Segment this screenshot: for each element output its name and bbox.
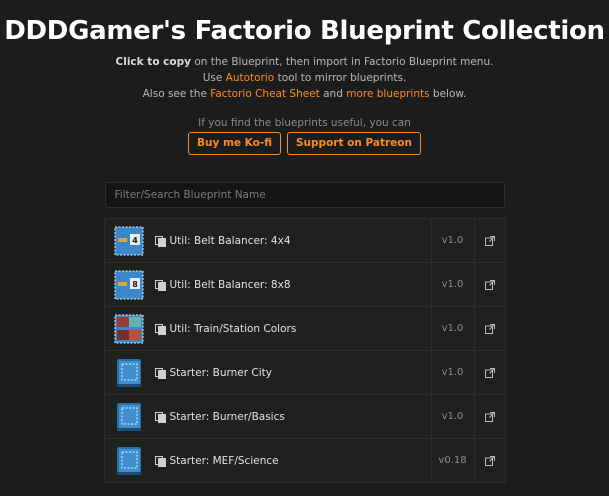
intro-line-2: Use Autotorio tool to mirror blueprints. xyxy=(0,70,609,86)
blueprint-name[interactable]: Starter: Burner/Basics xyxy=(170,411,431,423)
copy-icon[interactable] xyxy=(154,279,166,291)
copy-icon[interactable] xyxy=(154,411,166,423)
blueprint-row[interactable]: Util: Train/Station Colors v1.0 xyxy=(104,307,505,351)
intro-line-3: Also see the Factorio Cheat Sheet and mo… xyxy=(0,86,609,102)
blueprint-row[interactable]: Starter: Burner City v1.0 xyxy=(104,351,505,395)
external-link-icon[interactable] xyxy=(473,219,505,262)
intro-line-2-pre: Use xyxy=(202,72,226,84)
blueprint-row[interactable]: Starter: MEF/Science v0.18 xyxy=(104,439,505,483)
blueprint-version: v1.0 xyxy=(430,395,474,438)
kofi-button[interactable]: Buy me Ko-fi xyxy=(187,132,281,155)
blueprint-row[interactable]: Starter: Burner/Basics v1.0 xyxy=(104,395,505,439)
blueprint-belt-4-icon: 4 xyxy=(113,225,145,257)
support-buttons: Buy me Ko-fi Support on Patreon xyxy=(0,132,609,155)
blueprint-version: v1.0 xyxy=(430,263,474,306)
intro-line-1: Click to copy on the Blueprint, then imp… xyxy=(0,54,609,70)
external-link-icon[interactable] xyxy=(473,351,505,394)
blueprint-name[interactable]: Util: Train/Station Colors xyxy=(170,323,431,335)
intro-line-3-mid: and xyxy=(319,88,347,100)
blueprint-train-icon xyxy=(113,313,145,345)
copy-icon[interactable] xyxy=(154,323,166,335)
external-link-icon[interactable] xyxy=(473,395,505,438)
blueprint-row[interactable]: 4 Util: Belt Balancer: 4x4 v1.0 xyxy=(104,219,505,263)
blueprint-list: 4 Util: Belt Balancer: 4x4 v1.0 8 Util: Belt… xyxy=(103,218,506,483)
copy-icon[interactable] xyxy=(154,235,166,247)
click-to-copy-label: Click to copy xyxy=(115,56,191,68)
copy-icon[interactable] xyxy=(154,367,166,379)
intro-line-3-post: below. xyxy=(429,88,467,100)
search-container xyxy=(104,182,505,208)
intro-line-2-post: tool to mirror blueprints. xyxy=(274,72,407,84)
blueprint-version: v1.0 xyxy=(430,219,474,262)
more-blueprints-link[interactable]: more blueprints xyxy=(346,88,429,100)
blueprint-book-icon xyxy=(113,401,145,433)
autotorio-link[interactable]: Autotorio xyxy=(226,72,275,84)
blueprint-book-icon xyxy=(113,445,145,477)
blueprint-name[interactable]: Starter: Burner City xyxy=(170,367,431,379)
svg-text:4: 4 xyxy=(132,236,138,245)
blueprint-version: v1.0 xyxy=(430,307,474,350)
external-link-icon[interactable] xyxy=(473,307,505,350)
blueprint-book-icon xyxy=(113,357,145,389)
intro-text: Click to copy on the Blueprint, then imp… xyxy=(0,54,609,102)
blueprint-belt-8-icon: 8 xyxy=(113,269,145,301)
blueprint-version: v0.18 xyxy=(430,439,474,482)
patreon-button[interactable]: Support on Patreon xyxy=(287,132,421,155)
search-input[interactable] xyxy=(104,182,505,208)
svg-text:8: 8 xyxy=(132,280,138,289)
intro-line-1-text: on the Blueprint, then import in Factori… xyxy=(191,56,494,68)
page-title: DDDGamer's Factorio Blueprint Collection xyxy=(4,16,605,46)
blueprint-name[interactable]: Util: Belt Balancer: 4x4 xyxy=(170,235,431,247)
support-text: If you find the blueprints useful, you c… xyxy=(198,117,411,129)
copy-icon[interactable] xyxy=(154,455,166,467)
external-link-icon[interactable] xyxy=(473,263,505,306)
intro-line-3-pre: Also see the xyxy=(142,88,211,100)
blueprint-name[interactable]: Starter: MEF/Science xyxy=(170,455,431,467)
blueprint-name[interactable]: Util: Belt Balancer: 8x8 xyxy=(170,279,431,291)
blueprint-row[interactable]: 8 Util: Belt Balancer: 8x8 v1.0 xyxy=(104,263,505,307)
external-link-icon[interactable] xyxy=(473,439,505,482)
blueprint-version: v1.0 xyxy=(430,351,474,394)
cheat-sheet-link[interactable]: Factorio Cheat Sheet xyxy=(210,88,320,100)
